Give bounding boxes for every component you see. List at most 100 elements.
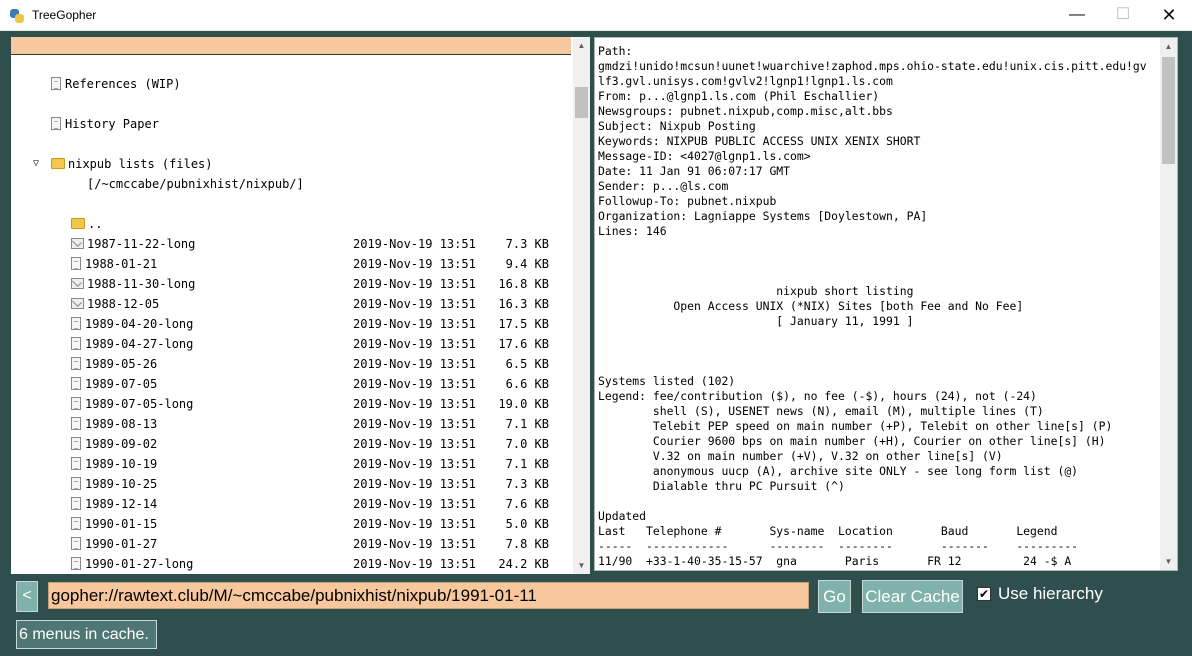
scroll-down-arrow-icon[interactable]: ▼ [1160,553,1177,570]
back-button[interactable]: < [16,581,38,612]
file-row[interactable]: 1988-12-05 2019-Nov-19 13:51 16.3 KB [11,294,571,314]
file-row[interactable]: 1989-07-05-long 2019-Nov-19 13:51 19.0 KB [11,394,571,414]
file-size: 17.5 KB [498,317,549,331]
document-icon [71,337,81,350]
file-row[interactable]: 1989-05-26 2019-Nov-19 13:51 6.5 KB [11,354,571,374]
document-icon [71,257,81,270]
file-name: 1988-12-05 [87,297,160,311]
file-row[interactable]: 1990-01-15 2019-Nov-19 13:51 5.0 KB [11,514,571,534]
tree-item-references[interactable]: References (WIP) [51,74,181,94]
gopher-tree-view[interactable]: References (WIP) History Paper ▽ nixpub … [11,37,590,574]
file-size: 5.0 KB [505,517,549,531]
file-size: 19.0 KB [498,397,549,411]
scroll-down-arrow-icon[interactable]: ▼ [573,557,590,574]
file-date: 2019-Nov-19 13:51 [353,317,476,331]
file-date: 2019-Nov-19 13:51 [353,277,476,291]
file-name: 1988-01-21 [85,257,158,271]
tree-scrollbar[interactable]: ▲ ▼ [573,37,590,574]
file-date: 2019-Nov-19 13:51 [353,297,476,311]
url-input[interactable]: gopher://rawtext.club/M/~cmccabe/pubnixh… [48,582,809,609]
document-icon [71,377,81,390]
file-size: 17.6 KB [498,337,549,351]
file-date: 2019-Nov-19 13:51 [353,257,476,271]
file-name: 1988-11-30-long [87,277,196,291]
file-row[interactable]: 1990-01-27-long 2019-Nov-19 13:51 24.2 KB [11,554,571,574]
document-icon [71,477,81,490]
file-row[interactable]: 1990-01-27 2019-Nov-19 13:51 7.8 KB [11,534,571,554]
mail-icon [71,278,84,289]
file-row[interactable]: 1989-08-13 2019-Nov-19 13:51 7.1 KB [11,414,571,434]
close-button[interactable]: ✕ [1146,0,1192,31]
scroll-up-arrow-icon[interactable]: ▲ [1160,38,1177,55]
document-icon [71,517,81,530]
document-icon [71,437,81,450]
file-size: 9.4 KB [505,257,549,271]
use-hierarchy-label[interactable]: Use hierarchy [998,584,1103,604]
status-bar: 6 menus in cache. [16,620,157,649]
tree-item-history-paper[interactable]: History Paper [51,114,159,134]
file-row[interactable]: 1989-10-25 2019-Nov-19 13:51 7.3 KB [11,474,571,494]
file-name: 1990-01-27-long [85,557,194,571]
file-size: 7.8 KB [505,537,549,551]
document-icon [71,457,81,470]
file-name: 1989-12-14 [85,497,158,511]
tree-item-nixpub-folder[interactable]: ▽ nixpub lists (files) [11,154,311,174]
file-date: 2019-Nov-19 13:51 [353,397,476,411]
file-row[interactable]: 1989-04-27-long 2019-Nov-19 13:51 17.6 KB [11,334,571,354]
minimize-button[interactable]: — [1054,0,1100,31]
python-app-icon [9,8,25,24]
file-row[interactable]: 1989-10-19 2019-Nov-19 13:51 7.1 KB [11,454,571,474]
file-name: 1989-09-02 [85,437,158,451]
file-name: 1990-01-27 [85,537,158,551]
go-button[interactable]: Go [818,580,851,613]
file-row[interactable]: 1989-09-02 2019-Nov-19 13:51 7.0 KB [11,434,571,454]
use-hierarchy-checkbox[interactable]: ✔ [977,587,991,601]
file-size: 6.5 KB [505,357,549,371]
document-icon [71,357,81,370]
file-row[interactable]: 1988-11-30-long 2019-Nov-19 13:51 16.8 KB [11,274,571,294]
file-name: 1989-08-13 [85,417,158,431]
file-date: 2019-Nov-19 13:51 [353,477,476,491]
file-size: 7.1 KB [505,417,549,431]
file-name: 1990-01-15 [85,517,158,531]
text-scrollbar[interactable]: ▲ ▼ [1160,38,1177,570]
collapse-triangle-icon[interactable]: ▽ [33,154,39,174]
file-row[interactable]: 1988-01-21 2019-Nov-19 13:51 9.4 KB [11,254,571,274]
file-date: 2019-Nov-19 13:51 [353,457,476,471]
document-icon [51,117,61,130]
document-icon [51,77,61,90]
file-size: 7.3 KB [505,237,549,251]
file-date: 2019-Nov-19 13:51 [353,357,476,371]
scroll-thumb[interactable] [575,87,588,118]
file-size: 16.8 KB [498,277,549,291]
window-title: TreeGopher [32,8,97,22]
tree-selected-row[interactable] [11,37,571,55]
document-icon [71,417,81,430]
scroll-up-arrow-icon[interactable]: ▲ [573,37,590,54]
document-icon [71,537,81,550]
file-row[interactable]: 1987-11-22-long 2019-Nov-19 13:51 7.3 KB [11,234,571,254]
file-row[interactable]: 1989-12-14 2019-Nov-19 13:51 7.6 KB [11,494,571,514]
tree-item-label: References (WIP) [65,77,181,91]
file-size: 7.3 KB [505,477,549,491]
file-date: 2019-Nov-19 13:51 [353,557,476,571]
tree-item-parent-folder[interactable]: .. [71,214,102,234]
file-row[interactable]: 1989-07-05 2019-Nov-19 13:51 6.6 KB [11,374,571,394]
maximize-button[interactable]: ☐ [1100,0,1146,31]
scroll-thumb[interactable] [1162,57,1175,164]
file-date: 2019-Nov-19 13:51 [353,497,476,511]
document-icon [71,397,81,410]
file-date: 2019-Nov-19 13:51 [353,517,476,531]
document-icon [71,317,81,330]
file-row[interactable]: 1989-04-20-long 2019-Nov-19 13:51 17.5 KB [11,314,571,334]
file-size: 7.6 KB [505,497,549,511]
tree-info-path: [/~cmccabe/pubnixhist/nixpub/] [87,177,304,191]
mail-icon [71,238,84,249]
file-size: 7.0 KB [505,437,549,451]
title-bar: TreeGopher — ☐ ✕ [0,0,1192,31]
file-size: 16.3 KB [498,297,549,311]
clear-cache-button[interactable]: Clear Cache [862,580,963,613]
mail-icon [71,298,84,309]
message-text-view[interactable]: Path: gmdzi!unido!mcsun!uunet!wuarchive!… [594,37,1178,571]
tree-item-label: .. [88,217,103,231]
